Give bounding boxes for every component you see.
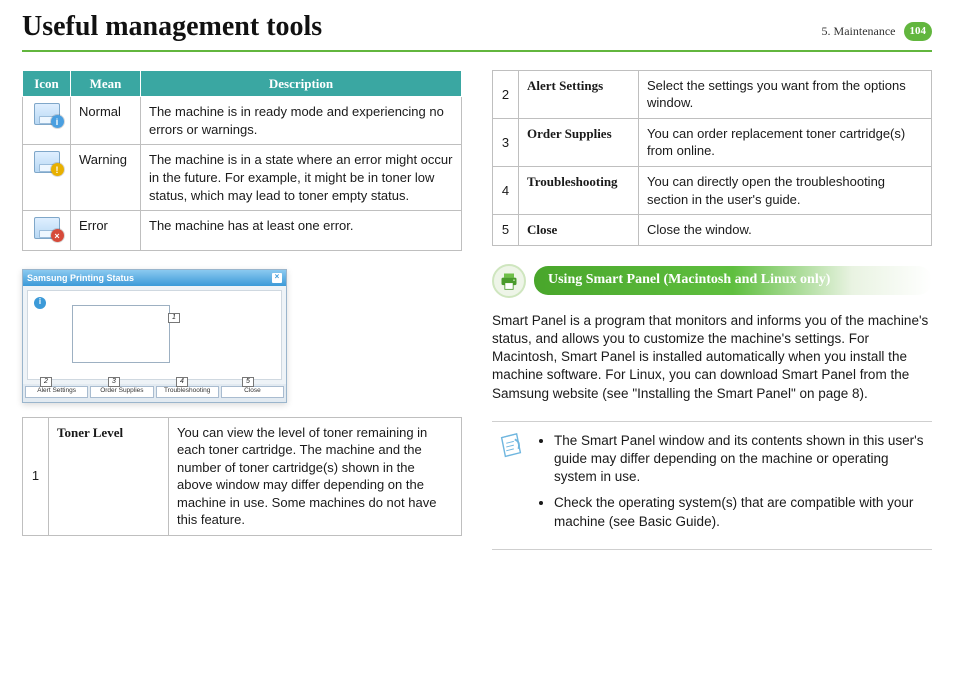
- right-column: 2 Alert Settings Select the settings you…: [492, 70, 932, 550]
- note-block: The Smart Panel window and its contents …: [492, 421, 932, 550]
- printer-normal-icon: i: [34, 103, 60, 125]
- col-icon: Icon: [23, 70, 71, 97]
- feature-name: Troubleshooting: [519, 166, 639, 214]
- smart-panel-description: Smart Panel is a program that monitors a…: [492, 312, 932, 403]
- feature-desc: Select the settings you want from the op…: [639, 70, 932, 118]
- feature-number: 2: [493, 70, 519, 118]
- feature-desc: You can order replacement toner cartridg…: [639, 118, 932, 166]
- status-mean: Normal: [71, 97, 141, 145]
- page-number-badge: 104: [904, 22, 933, 41]
- table-row: × Error The machine has at least one err…: [23, 211, 462, 251]
- page-header: Useful management tools 5. Maintenance 1…: [22, 8, 932, 52]
- table-row: 1 Toner Level You can view the level of …: [23, 417, 462, 535]
- feature-desc: You can directly open the troubleshootin…: [639, 166, 932, 214]
- printer-warning-icon: !: [34, 151, 60, 173]
- printer-error-icon: ×: [34, 217, 60, 239]
- section-heading: Using Smart Panel (Macintosh and Linux o…: [492, 264, 932, 298]
- feature-name: Order Supplies: [519, 118, 639, 166]
- table-row: 3 Order Supplies You can order replaceme…: [493, 118, 932, 166]
- status-mean: Warning: [71, 145, 141, 211]
- feature-name: Toner Level: [49, 417, 169, 535]
- table-row: ! Warning The machine is in a state wher…: [23, 145, 462, 211]
- table-row: 5 Close Close the window.: [493, 215, 932, 246]
- col-desc: Description: [141, 70, 462, 97]
- feature-number: 5: [493, 215, 519, 246]
- close-icon: ×: [272, 273, 282, 283]
- feature-desc: Close the window.: [639, 215, 932, 246]
- toner-gauge-area: [72, 305, 170, 363]
- printer-icon: [492, 264, 526, 298]
- feature-table-right: 2 Alert Settings Select the settings you…: [492, 70, 932, 246]
- printing-status-screenshot: Samsung Printing Status × i 1 2 3 4 5 Al…: [22, 269, 287, 403]
- table-row: 2 Alert Settings Select the settings you…: [493, 70, 932, 118]
- status-desc: The machine has at least one error.: [141, 211, 462, 251]
- note-list: The Smart Panel window and its contents …: [540, 432, 928, 539]
- feature-number: 4: [493, 166, 519, 214]
- window-title: Samsung Printing Status: [27, 272, 134, 284]
- note-item: Check the operating system(s) that are c…: [554, 494, 928, 530]
- feature-desc: You can view the level of toner remainin…: [169, 417, 462, 535]
- status-mean: Error: [71, 211, 141, 251]
- status-desc: The machine is in ready mode and experie…: [141, 97, 462, 145]
- section-title: Using Smart Panel (Macintosh and Linux o…: [534, 266, 932, 295]
- status-icon-table: Icon Mean Description i Normal The machi: [22, 70, 462, 251]
- feature-number: 1: [23, 417, 49, 535]
- left-column: Icon Mean Description i Normal The machi: [22, 70, 462, 550]
- order-supplies-button: Order Supplies: [90, 386, 153, 398]
- page-title: Useful management tools: [22, 8, 322, 46]
- window-titlebar: Samsung Printing Status ×: [23, 270, 286, 286]
- status-error-badge-icon: ×: [51, 229, 64, 242]
- note-icon: [496, 432, 526, 462]
- callout-4: 4: [176, 377, 188, 387]
- status-warning-badge-icon: !: [51, 163, 64, 176]
- callout-1: 1: [168, 313, 180, 323]
- status-ok-badge-icon: i: [51, 115, 64, 128]
- alert-settings-button: Alert Settings: [25, 386, 88, 398]
- info-icon: i: [34, 297, 46, 309]
- callout-3: 3: [108, 377, 120, 387]
- table-row: i Normal The machine is in ready mode an…: [23, 97, 462, 145]
- window-body: i 1 2 3 4 5: [27, 290, 282, 380]
- table-row: 4 Troubleshooting You can directly open …: [493, 166, 932, 214]
- header-meta: 5. Maintenance 104: [822, 22, 932, 41]
- chapter-label: 5. Maintenance: [822, 23, 896, 39]
- feature-table-left: 1 Toner Level You can view the level of …: [22, 417, 462, 536]
- close-button: Close: [221, 386, 284, 398]
- status-desc: The machine is in a state where an error…: [141, 145, 462, 211]
- callout-2: 2: [40, 377, 52, 387]
- col-mean: Mean: [71, 70, 141, 97]
- feature-number: 3: [493, 118, 519, 166]
- callout-5: 5: [242, 377, 254, 387]
- feature-name: Alert Settings: [519, 70, 639, 118]
- feature-name: Close: [519, 215, 639, 246]
- note-item: The Smart Panel window and its contents …: [554, 432, 928, 487]
- page: Useful management tools 5. Maintenance 1…: [0, 0, 954, 675]
- troubleshooting-button: Troubleshooting: [156, 386, 219, 398]
